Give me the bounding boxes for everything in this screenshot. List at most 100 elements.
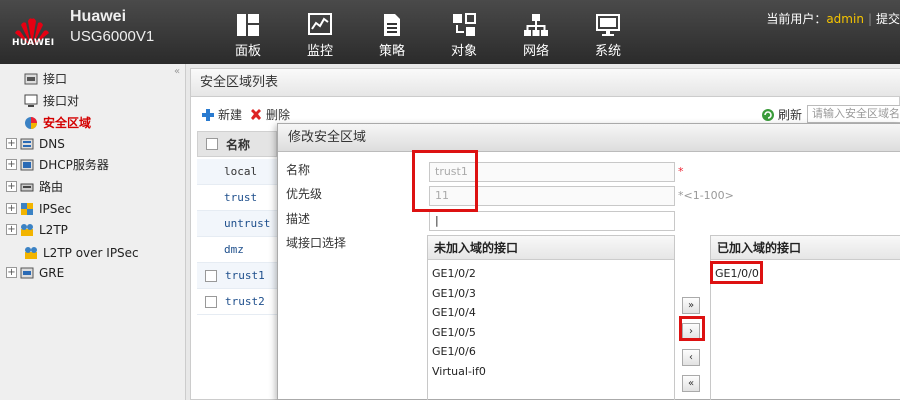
list-item[interactable]: GE1/0/6 [428, 342, 674, 362]
sidebar-item-dhcp-server[interactable]: + DHCP服务器 [6, 154, 109, 175]
grid-header: 名称 [197, 131, 277, 157]
dns-icon [20, 138, 34, 149]
submit-link[interactable]: 提交 [876, 12, 900, 26]
sidebar-item-gre[interactable]: + GRE [6, 262, 64, 283]
interface-pair-icon [24, 94, 38, 107]
table-row[interactable]: untrust [197, 211, 277, 237]
nav-network[interactable]: 网络 [500, 0, 572, 64]
remove-button[interactable]: ‹ [682, 349, 700, 366]
add-all-button[interactable]: » [682, 297, 700, 314]
description-field[interactable]: | [429, 211, 675, 231]
sidebar-item-label: DHCP服务器 [39, 158, 109, 172]
sidebar-item-interface[interactable]: 接口 [24, 68, 67, 89]
main-nav: 面板 监控 策略 对象 网络 系统 [212, 0, 644, 64]
sidebar-item-security-zone[interactable]: 安全区域 [24, 112, 91, 133]
zone-grid: local trust untrust dmz trust1 trust2 [197, 159, 277, 315]
security-zone-icon [25, 116, 37, 129]
zone-name-cell: dmz [224, 243, 244, 256]
current-user-name[interactable]: admin [826, 12, 864, 26]
required-mark: * [678, 165, 684, 178]
system-computer-icon [596, 14, 620, 36]
sidebar-item-label: DNS [39, 136, 65, 151]
nav-label: 面板 [234, 44, 261, 59]
collapse-sidebar-icon[interactable]: « [174, 66, 180, 77]
list-item[interactable]: Virtual-if0 [428, 362, 674, 382]
dashboard-icon [237, 14, 259, 36]
expand-icon[interactable]: + [6, 203, 17, 214]
new-button[interactable]: 新建 [201, 106, 242, 123]
sidebar-nav: « 接口 接口对 安全区域 + DNS + DHCP服务器 + 路由 + IPS… [0, 64, 186, 400]
expand-icon[interactable]: + [6, 267, 17, 278]
policy-document-icon [384, 14, 400, 36]
row-checkbox[interactable] [205, 269, 217, 282]
sidebar-item-label: 路由 [39, 180, 64, 194]
sidebar-item-label: L2TP [39, 222, 68, 237]
nav-system[interactable]: 系统 [572, 0, 644, 64]
nav-dashboard[interactable]: 面板 [212, 0, 284, 64]
expand-icon[interactable]: + [6, 138, 17, 149]
sidebar-item-l2tp[interactable]: + L2TP [6, 219, 68, 240]
refresh-button-label: 刷新 [778, 108, 803, 122]
column-name-header: 名称 [226, 137, 251, 152]
delete-button[interactable]: 删除 [249, 106, 290, 123]
list-item[interactable]: GE1/0/3 [428, 284, 674, 304]
add-icon [202, 108, 214, 121]
delete-icon [251, 108, 261, 120]
nav-label: 系统 [594, 44, 621, 59]
highlight-joined-item [710, 261, 763, 284]
edit-zone-dialog: 修改安全区域 名称 trust1 * 优先级 11 *<1-100> 描述 | … [277, 123, 900, 400]
network-icon [524, 14, 548, 36]
refresh-icon [762, 108, 774, 121]
refresh-button[interactable]: 刷新 [761, 106, 802, 123]
device-model: USG6000V1 [70, 28, 155, 45]
list-item[interactable]: GE1/0/2 [428, 264, 674, 284]
monitor-chart-icon [308, 13, 332, 35]
nav-policy[interactable]: 策略 [356, 0, 428, 64]
select-all-checkbox[interactable] [206, 138, 218, 150]
table-row[interactable]: dmz [197, 237, 277, 263]
expand-icon[interactable]: + [6, 159, 17, 170]
sidebar-item-label: GRE [39, 265, 65, 280]
sidebar-item-l2tp-over-ipsec[interactable]: L2TP over IPSec [24, 242, 139, 263]
zone-name-cell: trust [224, 191, 258, 204]
sidebar-item-label: 接口 [43, 72, 68, 86]
user-bar: 当前用户：admin | 提交 [766, 10, 900, 27]
sidebar-item-label: L2TP over IPSec [43, 245, 139, 260]
name-label: 名称 [286, 163, 311, 177]
list-item[interactable]: GE1/0/4 [428, 303, 674, 323]
dialog-title: 修改安全区域 [278, 124, 900, 152]
sidebar-item-label: 接口对 [43, 94, 80, 108]
sidebar-item-label: 安全区域 [43, 116, 92, 130]
table-row[interactable]: trust2 [197, 289, 277, 315]
sidebar-item-dns[interactable]: + DNS [6, 133, 65, 154]
sidebar-item-routing[interactable]: + 路由 [6, 176, 63, 197]
l2tp-icon [21, 223, 33, 236]
highlight-name-priority [412, 150, 478, 212]
nav-monitor[interactable]: 监控 [284, 0, 356, 64]
remove-all-button[interactable]: « [682, 375, 700, 392]
zone-name-cell: untrust [224, 217, 271, 230]
ipsec-icon [21, 202, 33, 215]
table-row[interactable]: trust1 [197, 263, 277, 289]
expand-icon[interactable]: + [6, 181, 17, 192]
top-header: HUAWEI Huawei USG6000V1 面板 监控 策略 对象 网络 系… [0, 0, 900, 64]
routing-icon [20, 183, 34, 191]
nav-label: 策略 [378, 44, 405, 59]
expand-icon[interactable]: + [6, 224, 17, 235]
sidebar-item-interface-pair[interactable]: 接口对 [24, 90, 79, 111]
sidebar-item-label: IPSec [39, 201, 72, 216]
highlight-add-button [679, 316, 705, 341]
interface-icon [24, 73, 38, 84]
text-cursor: | [435, 214, 439, 227]
row-checkbox[interactable] [205, 295, 217, 308]
table-row[interactable]: local [197, 159, 277, 185]
zone-name-cell: trust2 [225, 295, 265, 308]
nav-objects[interactable]: 对象 [428, 0, 500, 64]
table-row[interactable]: trust [197, 185, 277, 211]
separator: | [867, 12, 872, 26]
sidebar-item-ipsec[interactable]: + IPSec [6, 198, 71, 219]
list-item[interactable]: GE1/0/5 [428, 323, 674, 343]
available-interfaces-list: 未加入域的接口 GE1/0/2 GE1/0/3 GE1/0/4 GE1/0/5 … [427, 235, 675, 400]
search-input[interactable]: 请输入安全区域名 [807, 105, 900, 123]
nav-label: 网络 [522, 44, 549, 59]
